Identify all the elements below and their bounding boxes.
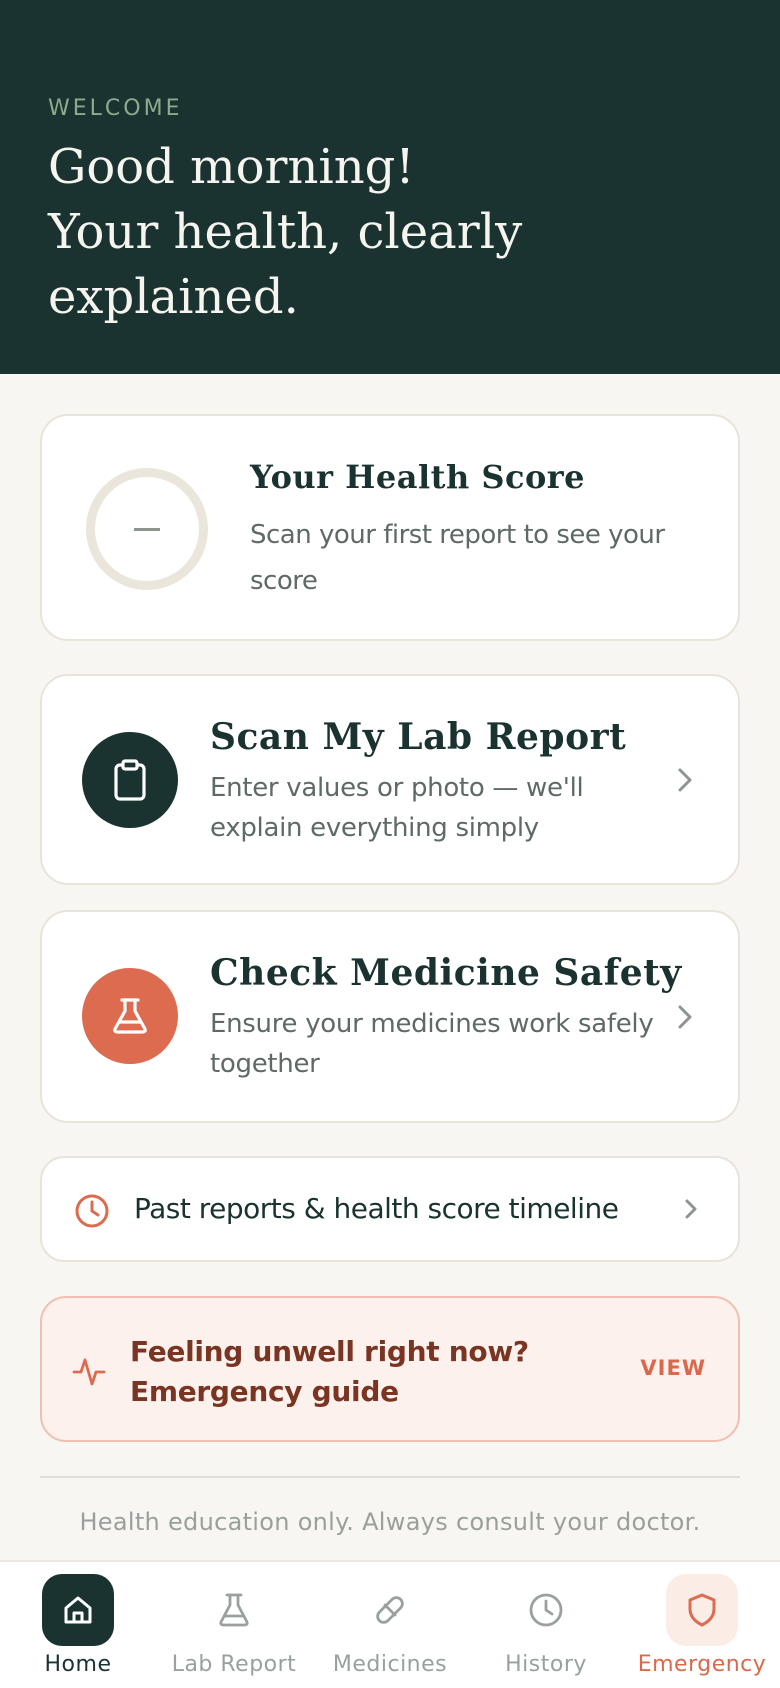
tab-history[interactable]: History <box>468 1562 624 1688</box>
home-icon <box>42 1574 114 1646</box>
health-score-ring <box>86 468 208 590</box>
check-medicine-safety-card[interactable]: Check Medicine Safety Ensure your medici… <box>40 910 740 1123</box>
tab-home-label: Home <box>44 1652 112 1677</box>
greeting-line: Good morning! <box>48 139 415 195</box>
emergency-guide-text: Feeling unwell right now? Emergency guid… <box>130 1335 529 1408</box>
chevron-right-icon <box>685 1199 697 1219</box>
flask-icon <box>82 968 178 1064</box>
clock-icon <box>75 1194 109 1228</box>
tab-lab-report[interactable]: Lab Report <box>156 1562 312 1688</box>
tagline-line-1: Your health, clearly <box>48 204 523 260</box>
history-timeline-label: Past reports & health score timeline <box>134 1192 619 1225</box>
health-score-empty-value <box>134 527 160 531</box>
tab-emergency[interactable]: Emergency <box>624 1562 780 1688</box>
history-timeline-link[interactable]: Past reports & health score timeline <box>40 1156 740 1262</box>
tab-medicines[interactable]: Medicines <box>312 1562 468 1688</box>
health-score-title: Your Health Score <box>250 458 585 496</box>
bottom-tab-bar: Home Lab Report Medicines History Emerge… <box>0 1560 780 1688</box>
health-score-subtitle: Scan your first report to see your score <box>250 520 665 596</box>
tab-medicines-label: Medicines <box>332 1652 448 1677</box>
scan-lab-report-card[interactable]: Scan My Lab Report Enter values or photo… <box>40 674 740 885</box>
shield-icon <box>666 1574 738 1646</box>
disclaimer-text: Health education only. Always consult yo… <box>79 1508 701 1536</box>
chevron-right-icon <box>678 768 692 791</box>
flask-icon <box>198 1574 270 1646</box>
health-score-card: Your Health Score Scan your first report… <box>40 414 740 641</box>
pulse-icon <box>72 1358 106 1386</box>
clipboard-icon <box>82 732 178 828</box>
emergency-view-button[interactable]: VIEW <box>640 1356 706 1380</box>
check-medicine-safety-subtitle: Ensure your medicines work safely togeth… <box>210 1009 654 1079</box>
tab-lab-report-label: Lab Report <box>171 1652 297 1677</box>
scan-lab-report-title: Scan My Lab Report <box>210 716 627 758</box>
scan-lab-report-subtitle: Enter values or photo — we'll explain ev… <box>210 773 584 843</box>
chevron-right-icon <box>678 1005 692 1028</box>
footer-divider <box>40 1476 740 1478</box>
tab-history-label: History <box>505 1652 587 1677</box>
tagline-line-2: explained. <box>48 269 299 325</box>
hero-header: WELCOME Good morning! Your health, clear… <box>0 0 780 374</box>
tab-emergency-label: Emergency <box>637 1652 767 1677</box>
emergency-guide-banner[interactable]: Feeling unwell right now? Emergency guid… <box>40 1296 740 1442</box>
pill-icon <box>354 1574 426 1646</box>
check-medicine-safety-title: Check Medicine Safety <box>210 952 682 994</box>
clock-icon <box>510 1574 582 1646</box>
welcome-eyebrow: WELCOME <box>48 96 183 121</box>
tab-home[interactable]: Home <box>0 1562 156 1688</box>
